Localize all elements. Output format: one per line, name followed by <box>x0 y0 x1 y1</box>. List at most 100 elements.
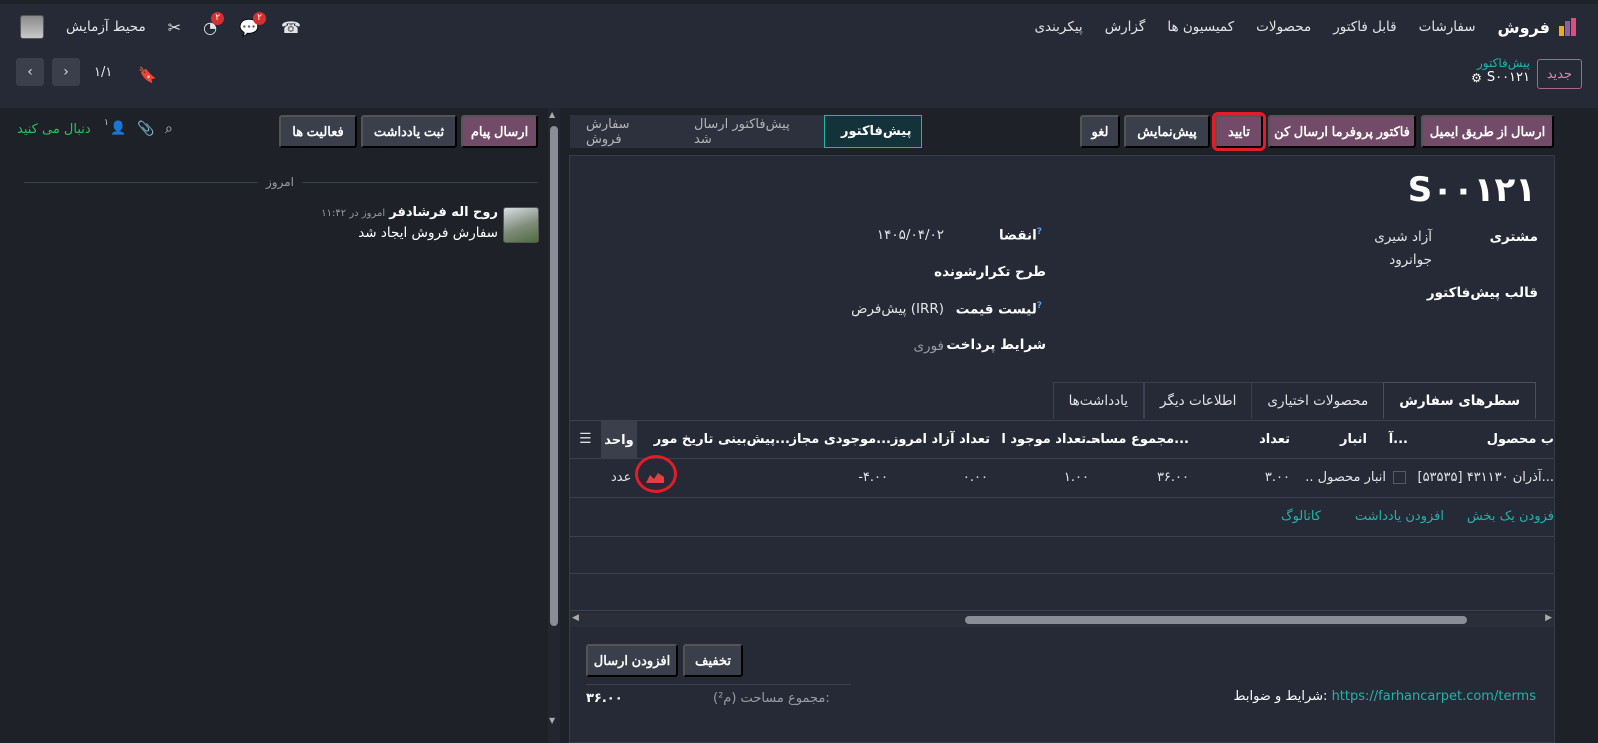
customer-city: جوانرود <box>1389 252 1432 268</box>
user-name[interactable]: محیط آزمایش <box>66 19 146 35</box>
expiration-label-wrap: انقضا? <box>999 227 1046 244</box>
stage-sale-order[interactable]: سفارش فروش <box>570 115 678 148</box>
column-area-total[interactable]: مجموع مساحـ... <box>1087 432 1190 447</box>
user-avatar[interactable] <box>20 15 44 39</box>
menu-to-invoice[interactable]: قابل فاکتور <box>1333 19 1396 35</box>
menu-orders[interactable]: سفارشات <box>1419 19 1476 35</box>
add-line-row: فزودن یک بخش افزودن یادداشت کاتالوگ <box>570 498 1554 537</box>
breadcrumb-current-wrap: ⚙ S۰۰۱۲۱ <box>1471 70 1530 85</box>
vertical-scrollbar[interactable]: ▲ ▼ <box>548 108 560 743</box>
follow-button[interactable]: دنبال می کنید <box>17 122 91 137</box>
tab-optional-products[interactable]: محصولات اختیاری <box>1251 382 1384 419</box>
new-button[interactable]: جدید <box>1536 59 1582 89</box>
expiration-value[interactable]: ۱۴۰۵/۰۴/۰۲ <box>877 227 944 243</box>
totals-divider <box>586 684 851 685</box>
terms-label: شرایط و ضوابط: <box>1233 689 1328 704</box>
column-product[interactable]: ب محصول <box>1487 432 1554 447</box>
highlight-circle <box>635 455 677 493</box>
phone-icon[interactable]: ☎ <box>281 18 301 37</box>
terms-link[interactable]: https://farhancarpet.com/terms <box>1332 689 1536 704</box>
message-author-avatar[interactable] <box>503 207 539 243</box>
cell-qty-on-hand: ۱.۰۰ <box>1063 470 1089 485</box>
horizontal-scrollbar[interactable]: ◀ ▶ <box>570 613 1554 627</box>
menu-commissions[interactable]: کمیسیون ها <box>1167 19 1234 35</box>
order-lines-header: ب محصول آ... انبار تعداد مجموع مساحـ... … <box>570 420 1554 459</box>
menu-products[interactable]: محصولات <box>1256 19 1311 35</box>
scroll-down-icon[interactable]: ▼ <box>549 716 555 725</box>
messages-badge: ۲ <box>253 11 267 25</box>
menu-reporting[interactable]: گزارش <box>1105 19 1146 35</box>
catalog-link[interactable]: کاتالوگ <box>1281 509 1321 524</box>
column-warehouse[interactable]: انبار <box>1340 432 1367 447</box>
column-free-qty[interactable]: تعداد آزاد امروز <box>891 432 990 447</box>
discount-button[interactable]: تخفیف <box>683 644 743 677</box>
cell-unit[interactable]: عدد <box>611 470 631 485</box>
main-menu: فروش سفارشات قابل فاکتور محصولات کمیسیون… <box>1034 17 1578 37</box>
form-sheet: S۰۰۱۲۱ مشتری آزاد شیری جوانرود قالب پیش‌… <box>569 155 1555 743</box>
pricelist-value[interactable]: پیش‌فرض (IRR) <box>851 301 944 317</box>
row-checkbox[interactable] <box>1393 471 1406 484</box>
followers-icon[interactable]: 👤 <box>110 121 126 136</box>
messages-chat-icon[interactable]: 💬 ۲ <box>239 11 267 37</box>
pager-previous-button[interactable]: ‹ <box>16 58 44 86</box>
tab-notes[interactable]: یادداشت‌ها <box>1052 382 1145 419</box>
confirm-button[interactable]: تایید <box>1212 112 1266 151</box>
activity-clock-icon[interactable]: ◔ ۲ <box>203 11 225 37</box>
cancel-button[interactable]: لغو <box>1080 115 1120 148</box>
help-icon[interactable]: ? <box>1037 301 1042 311</box>
debug-tools-icon[interactable]: ✂ <box>168 18 181 37</box>
activities-button[interactable]: فعالیت ها <box>279 115 357 148</box>
vertical-scroll-thumb[interactable] <box>550 126 558 626</box>
pager-next-button[interactable]: › <box>52 58 80 86</box>
customer-label: مشتری <box>1489 229 1538 245</box>
terms-block: شرایط و ضوابط: https://farhancarpet.com/… <box>1234 689 1536 704</box>
stage-quotation-sent[interactable]: پیش‌فاکتور ارسال شد <box>678 115 824 148</box>
customer-name[interactable]: آزاد شیری <box>1374 229 1432 245</box>
table-row[interactable]: [۵۳۵۳۵] آذران ۴۳۱۱۳۰... .. انبار محصول ۳… <box>570 459 1554 498</box>
send-email-button[interactable]: ارسال از طریق ایمیل <box>1421 115 1554 148</box>
breadcrumb: پیش‌فاکتور ⚙ S۰۰۱۲۱ <box>1471 56 1530 85</box>
top-navbar: محیط آزمایش ✂ ◔ ۲ 💬 ۲ ☎ فروش سفارشات قابل … <box>0 4 1598 50</box>
scroll-right-icon[interactable]: ▶ <box>1545 613 1552 623</box>
log-note-button[interactable]: ثبت یادداشت <box>361 115 457 148</box>
send-proforma-button[interactable]: فاکتور پروفرما ارسال کن <box>1268 115 1416 148</box>
pager-value[interactable]: ۱/۱ <box>88 65 118 80</box>
scroll-up-icon[interactable]: ▲ <box>549 110 555 119</box>
preview-button[interactable]: پیش‌نمایش <box>1124 115 1210 148</box>
column-virtual-available[interactable]: موجودی مجاز... <box>790 432 891 447</box>
payment-terms-value[interactable]: فوری <box>913 338 944 354</box>
column-a[interactable]: آ... <box>1389 432 1408 447</box>
message-body: سفارش فروش ایجاد شد <box>358 225 498 241</box>
tab-order-lines[interactable]: سطرهای سفارش <box>1383 382 1536 419</box>
help-icon[interactable]: ? <box>1037 227 1042 237</box>
column-quantity[interactable]: تعداد <box>1259 432 1290 447</box>
scroll-left-icon[interactable]: ◀ <box>572 613 579 623</box>
column-forecast-date[interactable]: پیش‌بینی تاریخ مور... <box>654 432 790 447</box>
menu-configuration[interactable]: پیکربندی <box>1034 19 1082 35</box>
send-message-button[interactable]: ارسال پیام <box>461 115 538 148</box>
add-shipping-button[interactable]: افزودن ارسال <box>586 644 678 677</box>
cell-quantity[interactable]: ۳.۰۰ <box>1265 470 1290 485</box>
breadcrumb-parent[interactable]: پیش‌فاکتور <box>1471 56 1530 70</box>
message-header: روح اله فرشادفر امروز در ۱۱:۴۲ <box>321 205 498 220</box>
attachment-icon[interactable]: 📎 <box>137 121 154 137</box>
add-note-link[interactable]: افزودن یادداشت <box>1355 509 1444 524</box>
stage-quotation[interactable]: پیش‌فاکتور <box>824 115 922 148</box>
message-author[interactable]: روح اله فرشادفر <box>389 205 498 220</box>
cell-warehouse[interactable]: .. انبار محصول <box>1305 470 1386 485</box>
add-section-link[interactable]: فزودن یک بخش <box>1467 509 1554 524</box>
column-unit[interactable]: واحد <box>601 421 637 459</box>
form-statusbar: سفارش فروش پیش‌فاکتور ارسال شد پیش‌فاکتو… <box>570 110 1554 152</box>
gear-icon[interactable]: ⚙ <box>1471 71 1482 85</box>
column-qty-on-hand[interactable]: تعداد موجود ا... <box>1001 432 1101 447</box>
app-brand[interactable]: فروش <box>1498 17 1578 37</box>
search-icon[interactable]: ⌕ <box>165 121 173 137</box>
bookmark-icon[interactable]: 🔖 <box>138 66 157 84</box>
date-separator: امروز <box>258 175 302 189</box>
optional-columns-icon[interactable]: ☰ <box>579 431 592 447</box>
cell-product[interactable]: [۵۳۵۳۵] آذران ۴۳۱۱۳۰... <box>1418 470 1555 485</box>
horizontal-scroll-thumb[interactable] <box>965 616 1467 624</box>
message-time: امروز در ۱۱:۴۲ <box>321 208 386 219</box>
expiration-label: انقضا <box>998 227 1037 244</box>
tab-other-info[interactable]: اطلاعات دیگر <box>1144 382 1252 419</box>
